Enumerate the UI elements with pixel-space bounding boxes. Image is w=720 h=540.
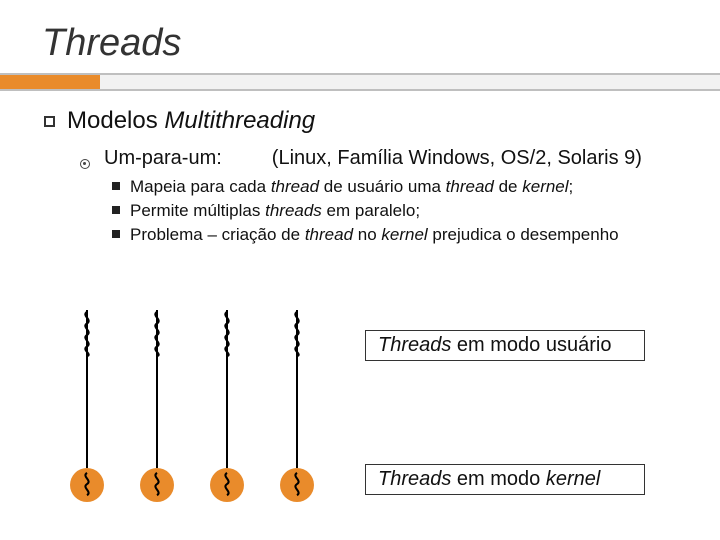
bullet-circle-icon: [80, 159, 90, 169]
bullet-list: Mapeia para cada thread de usuário uma t…: [112, 176, 676, 246]
squiggle-icon: [76, 310, 98, 358]
bullet-text: Problema – criação de thread no kernel p…: [130, 224, 619, 246]
accent-orange-block: [0, 75, 100, 89]
lvl2-examples: (Linux, Família Windows, OS/2, Solaris 9…: [272, 147, 642, 170]
thread-diagram: Threads em modo usuário Threads em modo …: [70, 310, 670, 530]
lvl2-label: Um-para-um:: [104, 147, 222, 170]
thread-column: [70, 310, 104, 518]
kernel-circle: [210, 468, 244, 502]
thread-column: [140, 310, 174, 518]
bullet-item: Permite múltiplas threads em paralelo;: [112, 200, 676, 222]
squiggle-icon: [216, 310, 238, 358]
accent-bar: [0, 73, 720, 91]
bullet-filled-square-icon: [112, 182, 120, 190]
kernel-circle: [140, 468, 174, 502]
bullet-filled-square-icon: [112, 230, 120, 238]
heading-level1-text: Modelos Multithreading: [67, 107, 315, 135]
squiggle-icon: [286, 310, 308, 358]
squiggle-icon: [146, 310, 168, 358]
bullet-item: Mapeia para cada thread de usuário uma t…: [112, 176, 676, 198]
heading-prefix: Modelos: [67, 107, 164, 134]
bullet-item: Problema – criação de thread no kernel p…: [112, 224, 676, 246]
thread-column: [210, 310, 244, 518]
squiggle-icon: [77, 471, 97, 499]
kernel-circle: [70, 468, 104, 502]
heading-level2: Um-para-um: (Linux, Família Windows, OS/…: [80, 147, 676, 170]
label-kernel-threads: Threads em modo kernel: [365, 464, 645, 495]
slide-title: Threads: [0, 0, 720, 73]
bullet-text: Mapeia para cada thread de usuário uma t…: [130, 176, 573, 198]
thread-column: [280, 310, 314, 518]
label-user-threads: Threads em modo usuário: [365, 330, 645, 361]
bullet-filled-square-icon: [112, 206, 120, 214]
squiggle-icon: [217, 471, 237, 499]
kernel-circle: [280, 468, 314, 502]
bullet-open-square-icon: [44, 116, 55, 127]
content-area: Modelos Multithreading Um-para-um: (Linu…: [0, 91, 720, 246]
squiggle-icon: [287, 471, 307, 499]
heading-level1: Modelos Multithreading: [44, 107, 676, 135]
accent-gray-block: [100, 75, 720, 89]
bullet-text: Permite múltiplas threads em paralelo;: [130, 200, 420, 222]
squiggle-icon: [147, 471, 167, 499]
heading-emphasis: Multithreading: [164, 107, 315, 134]
